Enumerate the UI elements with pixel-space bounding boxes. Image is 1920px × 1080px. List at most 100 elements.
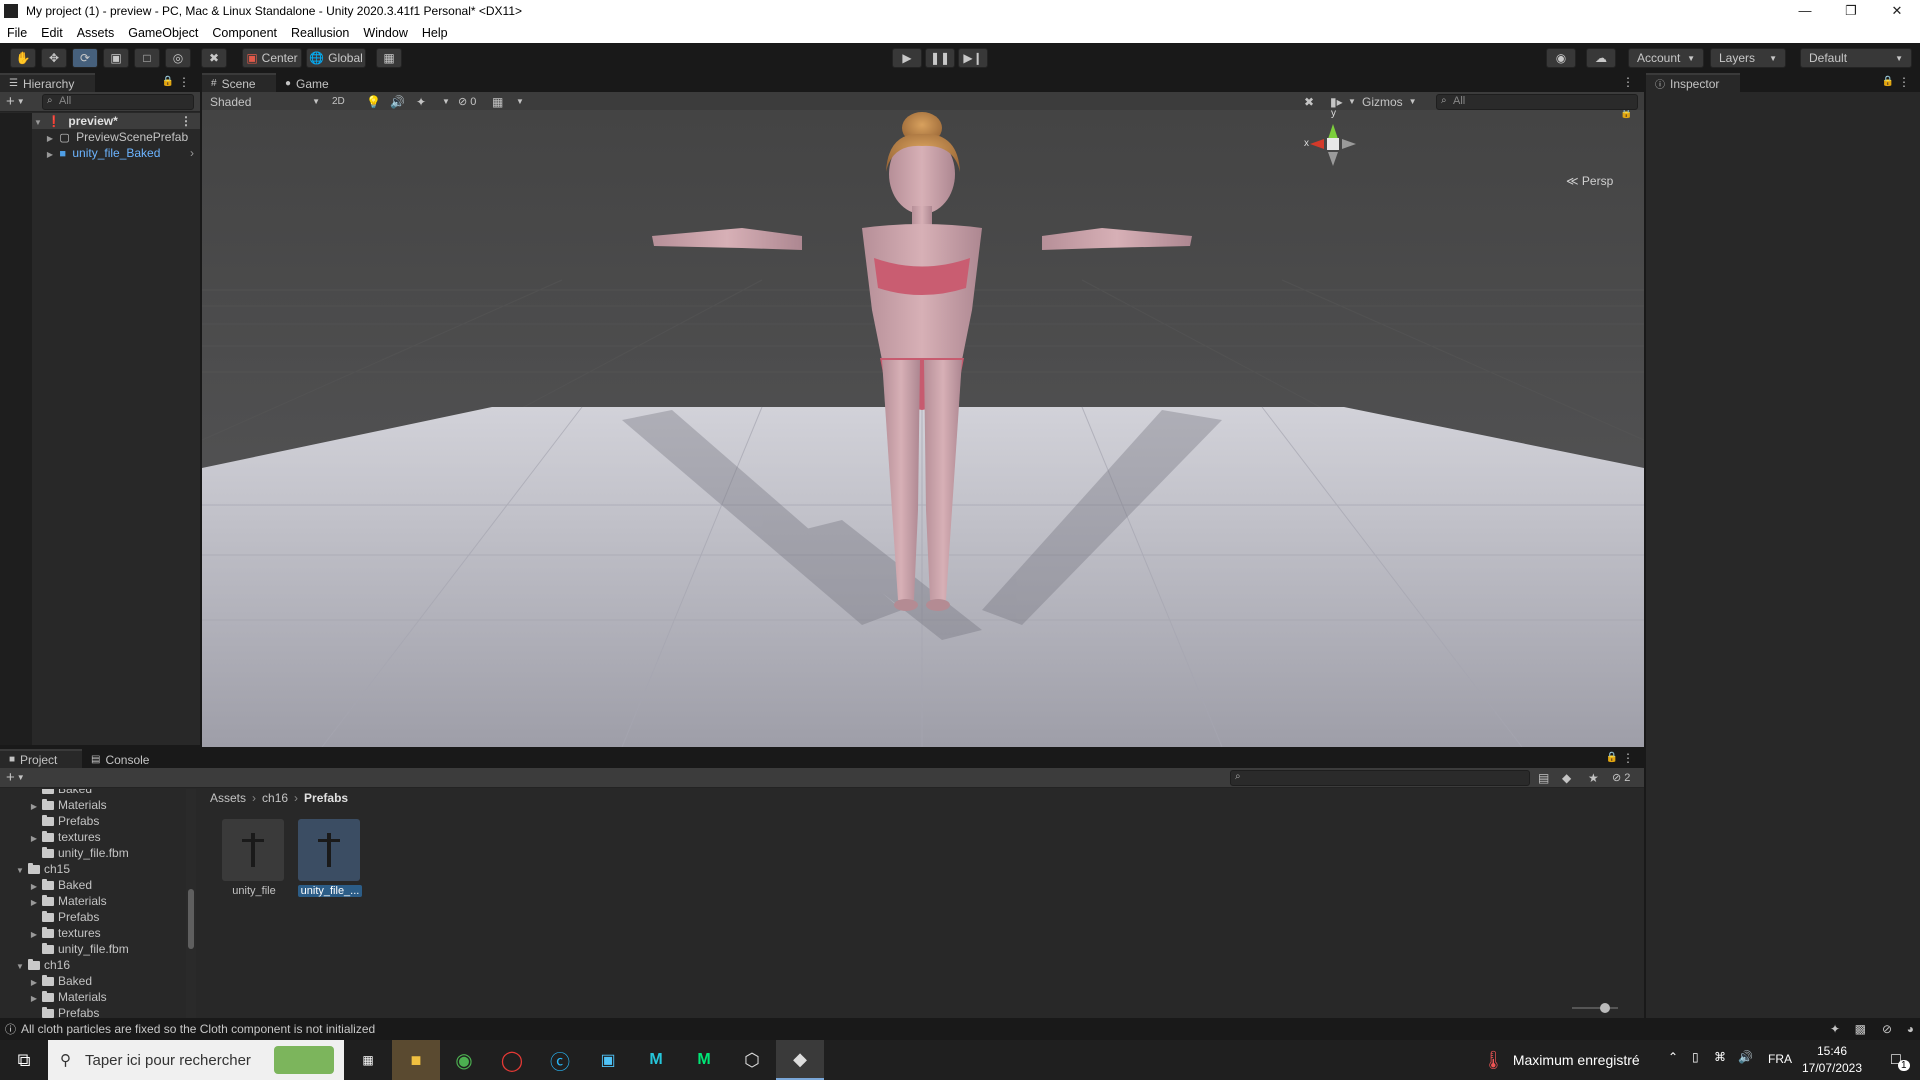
move-tool-icon[interactable]: ✥ (41, 48, 67, 68)
breadcrumb-item[interactable]: ch16 (262, 791, 288, 805)
cache-icon[interactable]: ▩ (1855, 1022, 1866, 1036)
folder-tree-item[interactable]: ▼ ch15 (0, 861, 196, 877)
folder-tree-item[interactable]: Prefabs (0, 909, 196, 925)
step-button[interactable]: ▶❙ (958, 48, 988, 68)
auto-refresh-icon[interactable]: ⊘ (1882, 1022, 1892, 1036)
menu-reallusion[interactable]: Reallusion (291, 26, 349, 40)
windows-start-icon[interactable]: ⧉ (0, 1040, 48, 1080)
slider-handle[interactable] (1600, 1003, 1610, 1013)
hierarchy-row-unity-file-baked[interactable]: ▶ ■ unity_file_Baked › (44, 145, 200, 161)
project-search-input[interactable] (1230, 770, 1530, 786)
folder-tree-item[interactable]: ▼ ch16 (0, 957, 196, 973)
tab-inspector[interactable]: ⓘ Inspector (1646, 73, 1740, 92)
collapsed-arrow-icon[interactable]: ▶ (44, 147, 56, 163)
battery-icon[interactable]: ▯ (1692, 1050, 1699, 1064)
scene-viewport[interactable]: y x 🔒 ≪ Persp (202, 110, 1644, 747)
task-view-icon[interactable]: ▦ (344, 1040, 392, 1080)
opera-icon[interactable]: ◯ (488, 1040, 536, 1080)
filter-label-icon[interactable]: ◆ (1562, 771, 1571, 785)
calculator-icon[interactable]: ▣ (584, 1040, 632, 1080)
folder-tree-item[interactable]: ▶ Materials (0, 989, 196, 1005)
layers-dropdown[interactable]: Layers ▼ (1710, 48, 1786, 68)
menu-window[interactable]: Window (363, 26, 407, 40)
hidden-packages-button[interactable]: ⊘ 2 (1612, 771, 1630, 784)
folder-tree-item[interactable]: unity_file.fbm (0, 845, 196, 861)
effects-icon[interactable]: ✦ (416, 95, 426, 109)
perspective-toggle[interactable]: ≪ Persp (1566, 174, 1613, 188)
breadcrumb-item[interactable]: Assets (210, 791, 246, 805)
filter-type-icon[interactable]: ▤ (1538, 771, 1549, 785)
chevron-down-icon[interactable]: ▼ (516, 97, 524, 106)
network-icon[interactable]: ⌘ (1714, 1050, 1726, 1064)
folder-tree-item[interactable]: ▶ Baked (0, 973, 196, 989)
menu-edit[interactable]: Edit (41, 26, 63, 40)
layout-dropdown[interactable]: Default ▼ (1800, 48, 1912, 68)
hierarchy-row-previewsceneprefab[interactable]: ▶ ▢ PreviewScenePrefab (44, 129, 200, 145)
transform-tool-icon[interactable]: ◎ (165, 48, 191, 68)
taskbar-search-input[interactable]: ⚲ Taper ici pour rechercher (48, 1040, 344, 1080)
lock-icon[interactable]: 🔒 (1882, 76, 1894, 87)
status-message[interactable]: All cloth particles are fixed so the Clo… (21, 1022, 375, 1036)
tab-scene[interactable]: # Scene (202, 73, 276, 92)
bug-icon[interactable]: ✦ (1830, 1022, 1840, 1036)
chrome-icon[interactable]: ◉ (440, 1040, 488, 1080)
file-explorer-icon[interactable]: ■ (392, 1040, 440, 1080)
folder-tree-item[interactable]: unity_file.fbm (0, 941, 196, 957)
scene-search-input[interactable]: All (1436, 94, 1638, 110)
audio-icon[interactable]: 🔊 (390, 95, 405, 109)
lighting-icon[interactable]: 💡 (366, 95, 381, 109)
lock-icon[interactable]: 🔒 (1620, 110, 1632, 119)
kebab-menu-icon[interactable]: ⋮ (1622, 751, 1634, 765)
shading-mode-dropdown[interactable]: Shaded ▼ (206, 93, 324, 111)
folder-tree-item[interactable]: ▶ Materials (0, 893, 196, 909)
progress-icon[interactable]: ◕ (1907, 1022, 1914, 1036)
kebab-menu-icon[interactable]: ⋮ (1622, 75, 1634, 89)
minimize-icon[interactable]: — (1782, 0, 1828, 22)
account-dropdown[interactable]: Account ▼ (1628, 48, 1704, 68)
menu-file[interactable]: File (7, 26, 27, 40)
restore-icon[interactable]: ❐ (1828, 0, 1874, 22)
scale-tool-icon[interactable]: ▣ (103, 48, 129, 68)
folder-tree-item[interactable]: ▶ textures (0, 925, 196, 941)
folder-tree-item[interactable]: Baked (0, 789, 196, 797)
folder-tree-item[interactable]: Prefabs (0, 1005, 196, 1018)
close-icon[interactable]: ✕ (1874, 0, 1920, 22)
play-button[interactable]: ▶ (892, 48, 922, 68)
hierarchy-search-input[interactable]: All (42, 94, 194, 110)
gizmos-dropdown[interactable]: Gizmos ▼ (1362, 95, 1417, 109)
camera-icon[interactable]: ▮▸ (1330, 95, 1343, 109)
grid-toggle-icon[interactable]: ▦ (492, 95, 503, 109)
language-indicator[interactable]: FRA (1768, 1052, 1792, 1066)
app-m-icon[interactable]: M (632, 1040, 680, 1080)
pivot-center-button[interactable]: ▣ Center (242, 48, 302, 68)
menu-gameobject[interactable]: GameObject (128, 26, 198, 40)
tab-hierarchy[interactable]: ☰ Hierarchy (0, 73, 95, 92)
menu-assets[interactable]: Assets (77, 26, 115, 40)
chevron-down-icon[interactable]: ▼ (17, 97, 25, 106)
unity-hub-icon[interactable]: ⬡ (728, 1040, 776, 1080)
volume-icon[interactable]: 🔊 (1738, 1050, 1753, 1064)
taskbar-clock[interactable]: 15:46 17/07/2023 (1800, 1043, 1864, 1077)
folder-tree-item[interactable]: ▶ Baked (0, 877, 196, 893)
kebab-menu-icon[interactable]: ⋮ (1898, 75, 1910, 89)
kebab-menu-icon[interactable]: ⋮ (178, 75, 190, 89)
tab-game[interactable]: ● Game (276, 73, 340, 92)
add-icon[interactable]: + (6, 93, 15, 110)
hierarchy-row-scene[interactable]: ▼ ❗ preview* ⋮ (32, 113, 200, 129)
orientation-gizmo[interactable]: y x (1288, 110, 1378, 194)
cloud-icon[interactable]: ☁ (1586, 48, 1616, 68)
breadcrumb-item[interactable]: Prefabs (304, 791, 348, 805)
custom-tool-icon[interactable]: ✖ (201, 48, 227, 68)
rect-tool-icon[interactable]: □ (134, 48, 160, 68)
ccleaner-icon[interactable]: ⓒ (536, 1040, 584, 1080)
tab-console[interactable]: ▤ Console (82, 749, 164, 768)
chevron-down-icon[interactable]: ▼ (17, 773, 25, 782)
pause-button[interactable]: ❚❚ (925, 48, 955, 68)
notification-center[interactable]: □ 1 (1874, 1040, 1918, 1080)
rotate-tool-icon[interactable]: ⟳ (72, 48, 98, 68)
hidden-objects-button[interactable]: ⊘ 0 (458, 95, 476, 108)
chevron-right-icon[interactable]: › (190, 145, 194, 161)
thumbnail-size-slider[interactable] (1572, 1003, 1618, 1013)
tree-scrollbar[interactable] (186, 789, 196, 1018)
asset-tile-selected[interactable]: unity_file_... (298, 819, 362, 897)
